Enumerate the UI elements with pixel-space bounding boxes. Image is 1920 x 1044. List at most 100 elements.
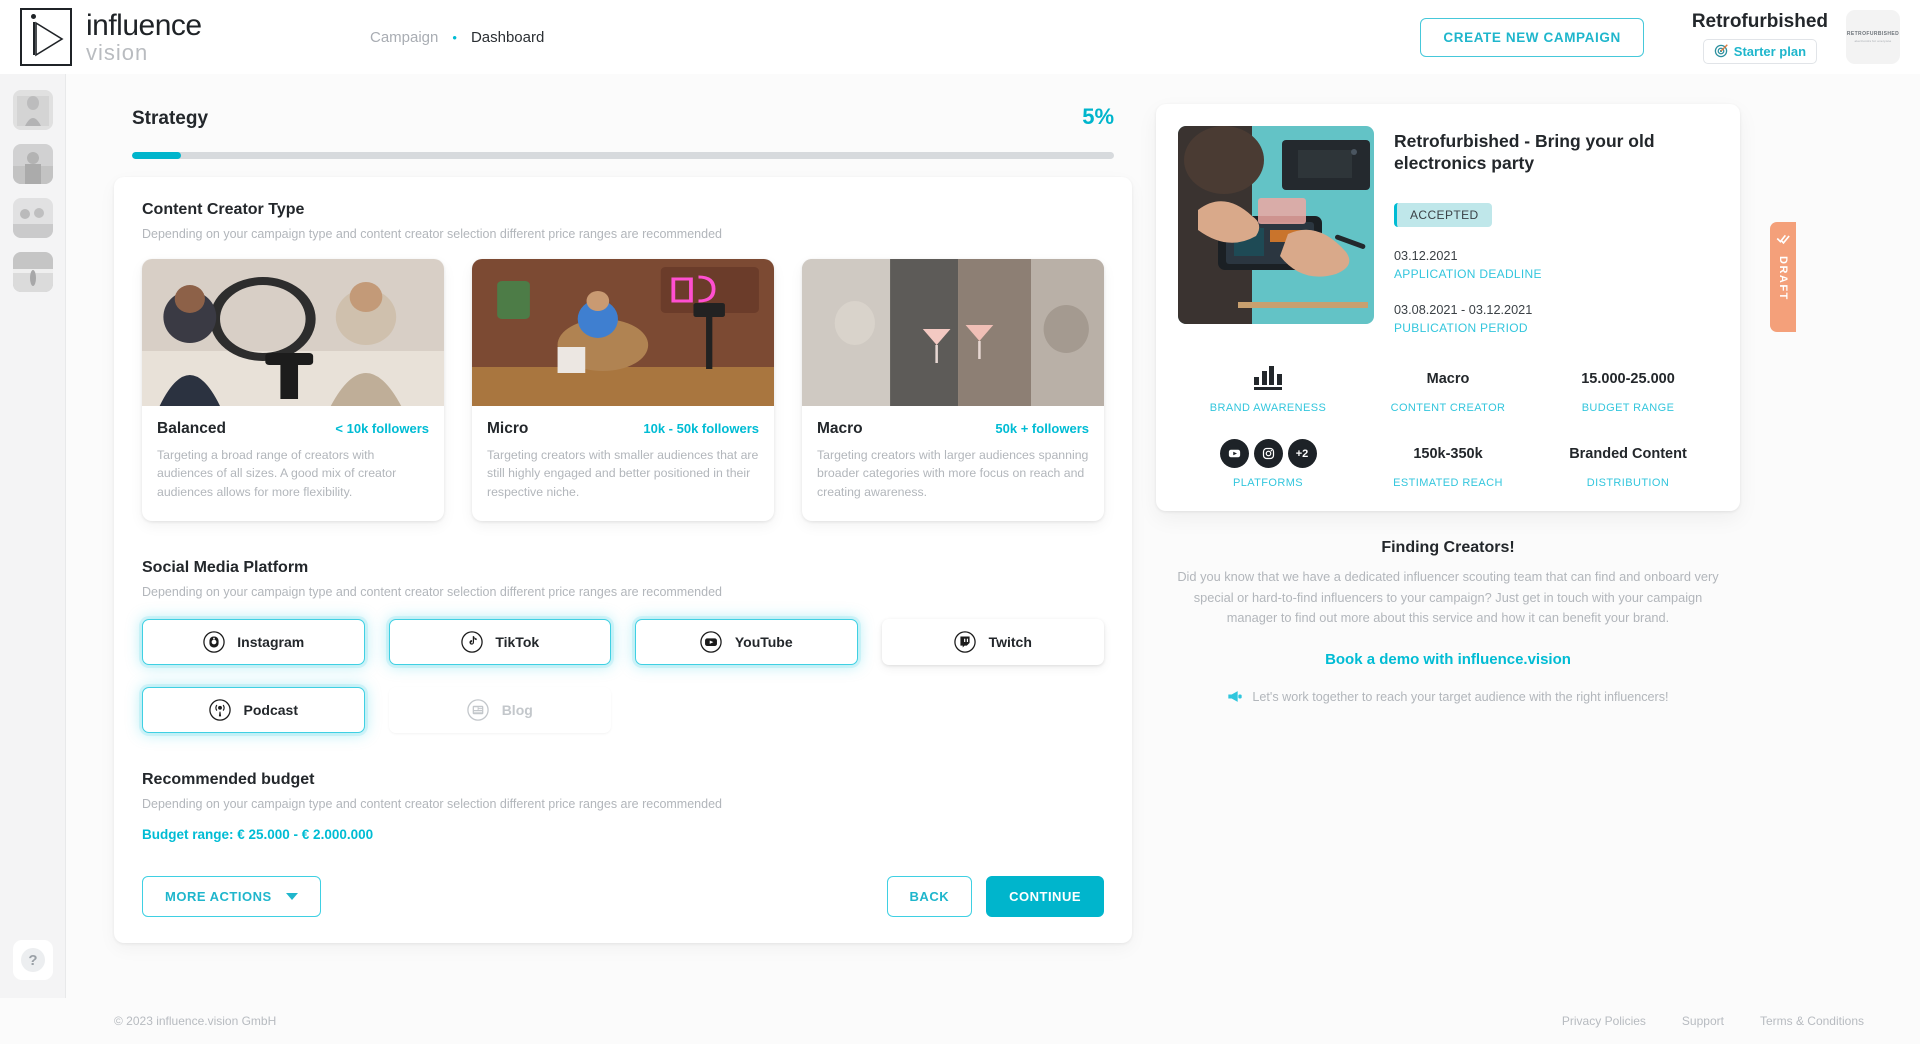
content-creator-section: Content Creator Type Depending on your c…	[142, 201, 1104, 522]
estimated-reach-label: ESTIMATED REACH	[1393, 476, 1503, 489]
stat-content-creator: Macro CONTENT CREATOR	[1358, 363, 1538, 414]
campaign-thumb-fashion-icon	[12, 90, 53, 130]
platform-option-podcast[interactable]: Podcast	[142, 687, 365, 734]
podcast-ring-light-photo-icon	[142, 259, 444, 406]
create-new-campaign-button[interactable]: CREATE NEW CAMPAIGN	[1420, 17, 1644, 57]
breadcrumb: Campaign • Dashboard	[370, 29, 544, 46]
platform-label: Blog	[501, 702, 533, 719]
user-box: Retrofurbished Starter plan RETROFURBISH…	[1692, 10, 1900, 64]
app-root: influence vision Campaign • Dashboard CR…	[0, 0, 1920, 1044]
application-deadline-value: 03.12.2021	[1394, 248, 1458, 263]
main-column: Strategy 5% Content Creator Type Dependi…	[66, 104, 1156, 998]
creator-type-range: 50k + followers	[995, 421, 1089, 436]
platform-label: YouTube	[734, 634, 793, 651]
rail-thumbnail-1[interactable]	[12, 90, 53, 130]
side-column: Retrofurbished - Bring your old electron…	[1156, 104, 1796, 998]
social-media-section: Social Media Platform Depending on your …	[142, 559, 1104, 734]
brand-logo[interactable]: influence vision	[0, 8, 360, 66]
tagline-text: Let's work together to reach your target…	[1252, 689, 1669, 704]
campaign-stats-grid: BRAND AWARENESS Macro CONTENT CREATOR 15…	[1178, 363, 1718, 489]
campaign-thumb-beach-icon	[12, 252, 53, 292]
breadcrumb-separator-icon: •	[452, 29, 457, 45]
creator-type-card-balanced[interactable]: Balanced < 10k followers Targeting a bro…	[142, 259, 444, 522]
budget-range-stat-value: 15.000-25.000	[1581, 370, 1675, 387]
breadcrumb-campaign[interactable]: Campaign	[370, 29, 438, 46]
platforms-value: +2	[1178, 438, 1358, 470]
content-creator-title: Content Creator Type	[142, 201, 305, 218]
women-toasting-cocktails-photo-icon	[802, 259, 1104, 406]
tiktok-icon	[460, 631, 483, 654]
avatar[interactable]: RETROFURBISHED electronics for everyone	[1846, 10, 1900, 64]
more-actions-label: MORE ACTIONS	[165, 889, 272, 905]
body: ? Strategy 5% Content Creator Type Depen…	[0, 74, 1920, 998]
social-media-title: Social Media Platform	[142, 559, 309, 577]
content-creator-label: CONTENT CREATOR	[1390, 401, 1506, 414]
campaign-card-top: Retrofurbished - Bring your old electron…	[1178, 126, 1718, 335]
creator-type-name: Micro	[487, 420, 529, 437]
creator-type-card-micro[interactable]: Micro 10k - 50k followers Targeting crea…	[472, 259, 774, 522]
bar-chart-icon	[1254, 365, 1282, 390]
creator-card-image-micro	[472, 259, 774, 406]
content-creator-value: Macro	[1426, 370, 1470, 387]
footer-link-privacy[interactable]: Privacy Policies	[1562, 1014, 1646, 1028]
rail-thumbnail-2[interactable]	[12, 144, 53, 184]
page-title: Strategy	[132, 108, 209, 129]
footer-link-terms[interactable]: Terms & Conditions	[1760, 1014, 1864, 1028]
draft-status-tab[interactable]: DRAFT	[1770, 222, 1796, 332]
content-creator-subtitle: Depending on your campaign type and cont…	[142, 227, 722, 241]
campaign-thumbnail[interactable]	[1178, 126, 1374, 324]
book-demo-link[interactable]: Book a demo with influence.vision	[1170, 651, 1726, 668]
logo-mark-icon	[20, 8, 72, 66]
platform-label: Podcast	[243, 702, 298, 719]
platform-label: TikTok	[495, 634, 540, 651]
platform-option-tiktok[interactable]: TikTok	[388, 619, 611, 666]
chevron-down-icon	[285, 893, 298, 901]
platform-option-instagram[interactable]: Instagram	[142, 619, 365, 666]
footer-links: Privacy Policies Support Terms & Conditi…	[1562, 1014, 1864, 1028]
creator-type-range: < 10k followers	[335, 421, 429, 436]
budget-section: Recommended budget Depending on your cam…	[142, 771, 1104, 842]
primary-actions: BACK CONTINUE	[886, 876, 1104, 918]
plan-badge[interactable]: Starter plan	[1702, 38, 1818, 64]
publication-period-block: 03.08.2021 - 03.12.2021 PUBLICATION PERI…	[1394, 303, 1718, 335]
distribution-value: Branded Content	[1569, 445, 1687, 462]
double-check-icon	[1776, 234, 1790, 245]
form-actions: MORE ACTIONS BACK CONTINUE	[142, 876, 1104, 918]
help-button[interactable]: ?	[13, 940, 53, 980]
rail-thumbnail-4[interactable]	[12, 252, 53, 292]
footer-copyright: © 2023 influence.vision GmbH	[114, 1014, 277, 1028]
budget-range-stat-label: BUDGET RANGE	[1581, 401, 1675, 414]
progress-percent: 5%	[1082, 104, 1114, 129]
more-actions-button[interactable]: MORE ACTIONS	[142, 876, 321, 918]
budget-title: Recommended budget	[142, 771, 315, 789]
breadcrumb-dashboard[interactable]: Dashboard	[471, 29, 544, 46]
play-triangle-icon	[35, 21, 64, 57]
back-button[interactable]: BACK	[886, 876, 973, 918]
footer-link-support[interactable]: Support	[1682, 1014, 1724, 1028]
creator-card-image-macro	[802, 259, 1104, 406]
woman-couch-neon-photo-icon	[472, 259, 774, 406]
finding-creators-title: Finding Creators!	[1381, 538, 1515, 556]
publication-period-value: 03.08.2021 - 03.12.2021	[1394, 302, 1533, 317]
platform-option-youtube[interactable]: YouTube	[635, 619, 858, 666]
finding-creators-body: Did you know that we have a dedicated in…	[1177, 568, 1719, 626]
continue-button[interactable]: CONTINUE	[986, 876, 1104, 918]
brand-awareness-value	[1178, 363, 1358, 395]
megaphone-icon	[1228, 691, 1243, 703]
avatar-line-2: electronics for everyone	[1854, 39, 1892, 43]
account-info: Retrofurbished Starter plan	[1692, 11, 1828, 64]
rail-thumbnail-3[interactable]	[12, 198, 53, 238]
youtube-dot-icon	[1219, 439, 1249, 469]
creator-type-description: Targeting creators with larger audiences…	[817, 448, 1089, 499]
campaign-info: Retrofurbished - Bring your old electron…	[1394, 126, 1718, 335]
progress-bar	[132, 152, 1114, 159]
footer: © 2023 influence.vision GmbH Privacy Pol…	[0, 998, 1920, 1044]
stat-estimated-reach: 150k-350k ESTIMATED REACH	[1358, 438, 1538, 489]
youtube-icon	[700, 631, 723, 654]
podcast-icon	[209, 699, 232, 722]
platform-option-twitch[interactable]: Twitch	[881, 619, 1104, 666]
instagram-icon	[202, 631, 225, 654]
creator-type-card-macro[interactable]: Macro 50k + followers Targeting creators…	[802, 259, 1104, 522]
stat-brand-awareness: BRAND AWARENESS	[1178, 363, 1358, 414]
top-bar: influence vision Campaign • Dashboard CR…	[0, 0, 1920, 74]
